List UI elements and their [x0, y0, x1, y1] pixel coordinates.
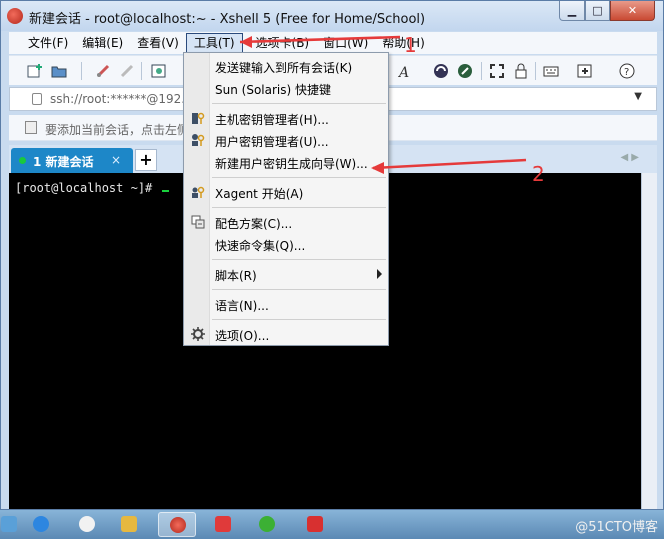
connect-icon[interactable] [95, 63, 111, 79]
taskbar-item[interactable] [204, 512, 242, 537]
host-key-icon [192, 112, 205, 124]
bookmark-icon [25, 121, 37, 134]
chevron-down-icon[interactable]: ▼ [634, 91, 642, 102]
terminal-cursor [161, 190, 169, 192]
open-folder-icon[interactable] [51, 63, 67, 79]
disconnect-icon[interactable] [119, 63, 135, 79]
xshell-logo-icon [7, 8, 23, 24]
taskbar-wechat[interactable] [248, 512, 286, 537]
taskbar-item[interactable] [68, 512, 106, 537]
menu-tools[interactable]: 工具(T) [185, 33, 243, 53]
menu-user-key-manager[interactable]: 用户密钥管理者(U)... [185, 129, 388, 151]
fullscreen-icon[interactable] [489, 63, 505, 79]
menu-color-scheme[interactable]: 配色方案(C)... [185, 211, 388, 233]
window-title: 新建会话 - root@localhost:~ - Xshell 5 (Free… [29, 12, 426, 27]
taskbar-item[interactable] [296, 512, 334, 537]
menu-xagent-start[interactable]: Xagent 开始(A) [185, 181, 388, 203]
xftp-icon[interactable] [433, 63, 449, 79]
menu-host-key-manager[interactable]: 主机密钥管理者(H)... [185, 107, 388, 129]
session-hint-text: 要添加当前会话，点击左侧 [45, 123, 190, 137]
title-bar[interactable]: 新建会话 - root@localhost:~ - Xshell 5 (Free… [1, 1, 663, 31]
close-tab-icon[interactable]: × [111, 153, 121, 167]
menu-view[interactable]: 查看(V) [130, 33, 186, 53]
color-scheme-icon [191, 215, 205, 229]
taskbar-item[interactable] [110, 512, 148, 537]
keyboard-icon[interactable] [543, 63, 559, 79]
menu-window[interactable]: 窗口(W) [316, 33, 375, 53]
svg-text:A: A [397, 65, 409, 79]
maximize-button[interactable]: □ [585, 1, 610, 21]
menu-sun-solaris-keys[interactable]: Sun (Solaris) 快捷键 [185, 77, 388, 99]
user-key-icon [192, 134, 205, 146]
minimize-button[interactable]: ▁ [559, 1, 585, 21]
annotation-number-2: 2 [532, 162, 545, 186]
xmanager-icon[interactable] [457, 63, 473, 79]
tools-dropdown-menu: 发送键输入到所有会话(K) Sun (Solaris) 快捷键 主机密钥管理者(… [183, 52, 389, 346]
gear-icon [191, 327, 205, 341]
svg-text:?: ? [624, 67, 629, 78]
tab-scroll-arrows-icon[interactable]: ◀ ▶ [620, 152, 639, 163]
lock-icon[interactable] [513, 63, 529, 79]
submenu-arrow-icon [377, 269, 382, 279]
connected-status-icon [19, 157, 26, 164]
tab-new-session[interactable]: 1 新建会话 × [11, 148, 133, 173]
address-value: ssh://root:******@192.1 [50, 92, 193, 106]
font-icon[interactable]: A [397, 63, 413, 79]
taskbar: @51CTO博客 [0, 510, 664, 539]
help-icon[interactable]: ? [619, 63, 635, 79]
menu-new-user-key-wizard[interactable]: 新建用户密钥生成向导(W)... [185, 151, 388, 173]
add-tab-icon[interactable] [577, 63, 593, 79]
watermark-text: @51CTO博客 [575, 520, 658, 535]
taskbar-xshell[interactable] [158, 512, 196, 537]
annotation-number-1: 1 [404, 33, 417, 57]
menu-bar: 文件(F) 编辑(E) 查看(V) 工具(T) 选项卡(B) 窗口(W) 帮助(… [9, 32, 657, 54]
xagent-icon [192, 186, 205, 198]
terminal-prompt: [root@localhost ~]# [15, 181, 169, 195]
menu-file[interactable]: 文件(F) [21, 33, 75, 53]
tab-label: 1 新建会话 [33, 155, 94, 169]
new-session-icon[interactable] [27, 63, 43, 79]
properties-icon[interactable] [151, 63, 167, 79]
menu-quick-commands[interactable]: 快速命令集(Q)... [185, 233, 388, 255]
add-tab-button[interactable]: + [135, 149, 157, 171]
menu-edit[interactable]: 编辑(E) [75, 33, 130, 53]
menu-send-keys-all[interactable]: 发送键输入到所有会话(K) [185, 55, 388, 77]
taskbar-item[interactable] [22, 512, 60, 537]
menu-language[interactable]: 语言(N)... [185, 293, 388, 315]
lock-icon [32, 93, 42, 105]
menu-script[interactable]: 脚本(R) [185, 263, 388, 285]
close-button[interactable]: ✕ [610, 1, 655, 21]
terminal-scrollbar[interactable] [641, 173, 657, 509]
menu-tabs[interactable]: 选项卡(B) [249, 33, 317, 53]
menu-options[interactable]: 选项(O)... [185, 323, 388, 345]
